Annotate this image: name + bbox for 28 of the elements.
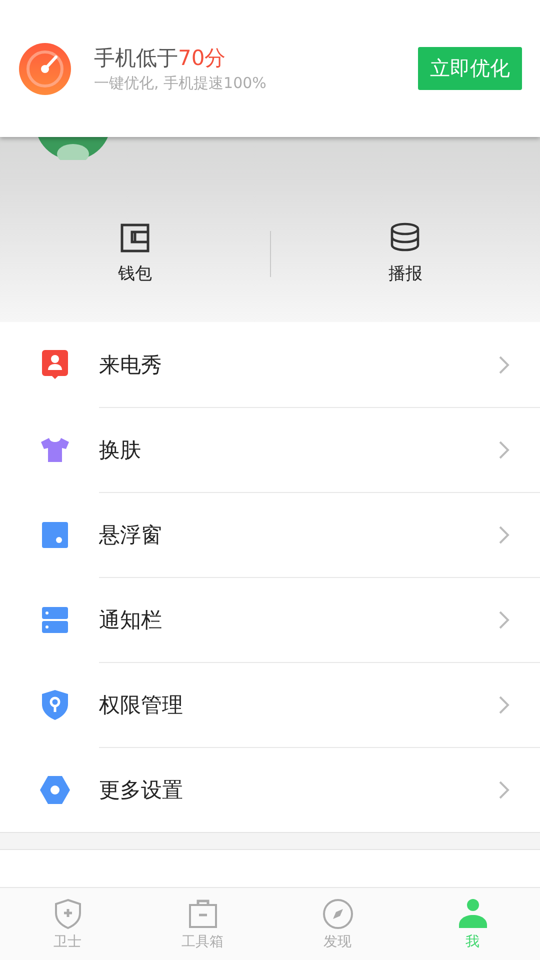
banner-subtitle: 一键优化, 手机提速100% <box>94 74 268 93</box>
stack-icon <box>389 222 422 254</box>
chevron-icon <box>498 524 510 544</box>
menu-item[interactable]: 来电秀 <box>0 322 540 407</box>
speedometer-icon <box>18 42 72 96</box>
menu-label: 通知栏 <box>99 606 163 634</box>
chevron-icon <box>498 610 510 630</box>
menu-item[interactable]: 换肤 <box>0 407 540 492</box>
menu-label: 来电秀 <box>99 352 163 378</box>
shortcut-button[interactable]: 播报 <box>270 222 540 285</box>
shortcut-button[interactable]: 钱包 <box>0 222 270 285</box>
wallet-icon <box>118 222 151 254</box>
menu-item[interactable]: 悬浮窗 <box>0 492 540 577</box>
menu-label: 更多设置 <box>99 776 184 804</box>
person-icon <box>456 898 488 930</box>
chevron-icon <box>498 694 510 714</box>
chevron-icon <box>498 780 510 800</box>
menu-item[interactable]: 通知栏 <box>0 577 540 662</box>
menu-label: 权限管理 <box>99 692 184 718</box>
banner-title: 手机低于70分 <box>94 45 227 72</box>
menu-label: 悬浮窗 <box>99 522 163 548</box>
chevron-icon <box>498 440 510 460</box>
toolbox-icon <box>186 898 218 930</box>
menu-label: 换肤 <box>99 436 142 464</box>
chevron-icon <box>498 354 510 374</box>
compass-icon <box>322 898 354 930</box>
menu-item[interactable]: 更多设置 <box>0 747 540 832</box>
menu-item[interactable]: 权限管理 <box>0 662 540 747</box>
